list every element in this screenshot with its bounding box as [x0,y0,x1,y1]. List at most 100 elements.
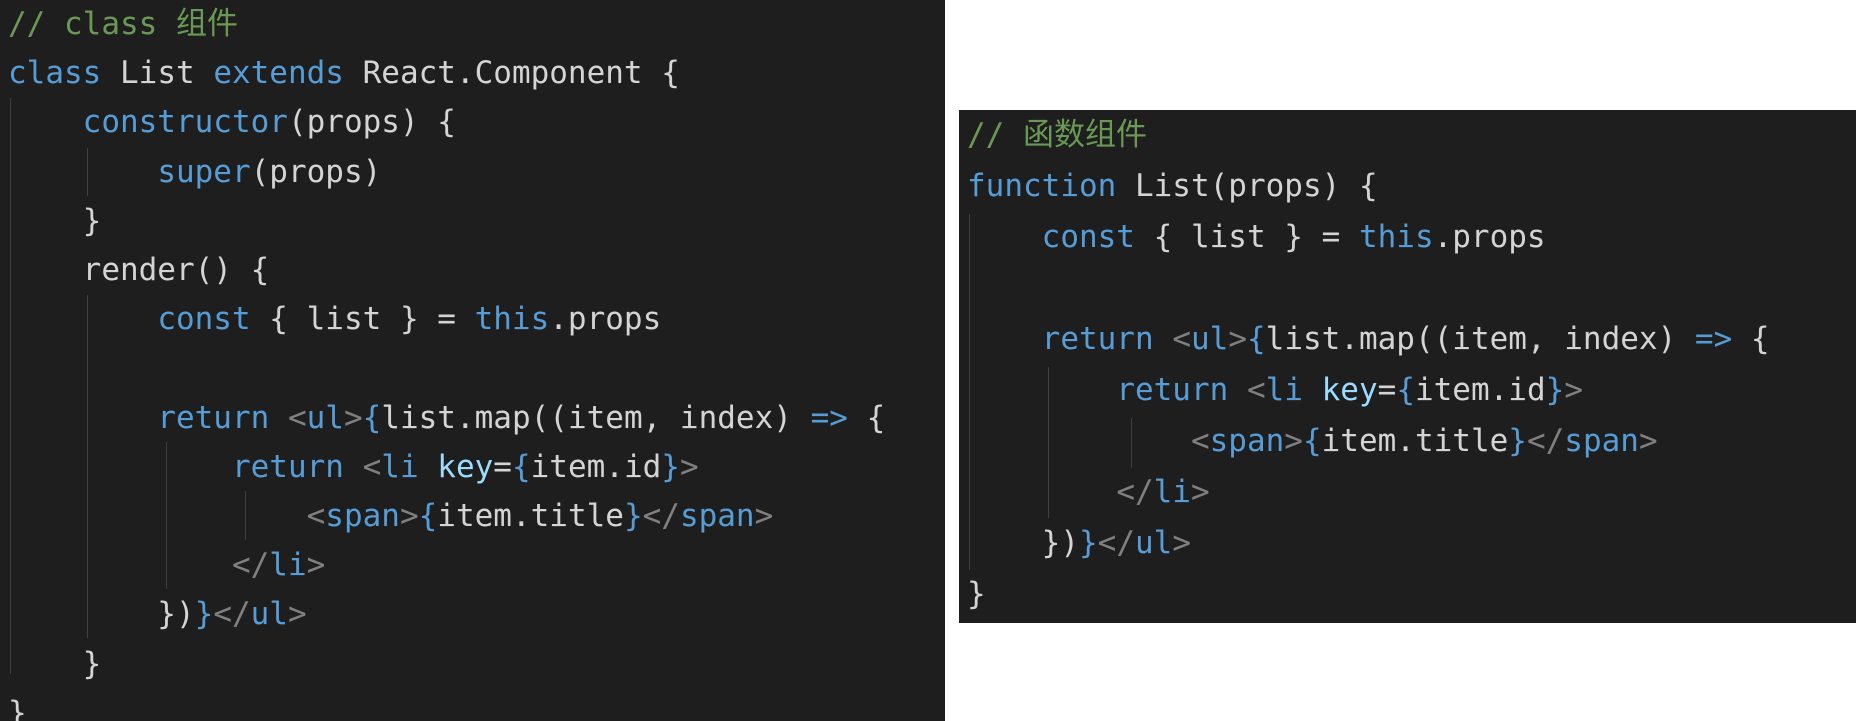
code-token: list.map((item, index) [381,399,811,436]
code-token: return [157,399,270,436]
code-token: ul [250,596,288,633]
code-token: } [8,202,102,239]
code-line: </li> [8,541,885,590]
code-line: } [8,197,885,246]
code-token: function [967,168,1117,204]
code-token: { [1732,321,1770,357]
code-token: > [1172,525,1191,561]
code-token: > [1284,423,1303,459]
code-token: => [1694,321,1733,357]
code-line: return <ul>{list.map((item, index) => { [967,314,1770,365]
code-token: key [437,448,494,485]
code-token: </ [1526,423,1565,459]
code-token: return [231,448,344,485]
code-token: } [967,576,986,612]
code-line: } [8,640,885,689]
code-line: return <li key={item.id}> [8,443,885,492]
code-token: { [1302,423,1322,459]
code-token: > [287,596,307,633]
code-token: } [623,498,643,535]
code-token: }) [967,525,1079,561]
code-token: span [1209,423,1285,459]
code-token: > [343,399,363,436]
code-token: .props [1433,219,1546,255]
code-token: List [101,55,214,92]
code-token: class [8,55,102,92]
code-block: // 函数组件 function List(props) { const { li… [967,110,1770,620]
code-token: .props [549,301,662,338]
code-line: render() { [8,246,885,295]
code-token: (props) [250,153,382,190]
code-token: List(props) { [1116,168,1378,204]
code-token: => [810,399,848,436]
code-line: <span>{item.title}</span> [967,416,1770,467]
code-token: span [1564,423,1639,459]
code-token: constructor [82,104,288,141]
code-token: > [306,547,326,584]
code-token: { [847,399,886,436]
code-token: key [1321,372,1378,408]
code-token: < [287,399,307,436]
code-token: this [1358,219,1434,255]
code-token: span [679,498,755,535]
code-token: { list } = [250,301,475,338]
code-token: > [399,498,419,535]
code-token: </ [213,596,251,633]
code-token: super [157,153,251,190]
code-token: }) [8,596,195,633]
code-line: return <li key={item.id}> [967,365,1770,416]
code-token: li [269,547,307,584]
code-token: > [754,498,774,535]
code-token: this [474,301,550,338]
code-line: constructor(props) { [8,98,885,147]
code-token: ul [306,399,344,436]
code-token: const [157,301,251,338]
code-line: const { list } = this.props [8,295,885,344]
code-line: })}</ul> [8,590,885,639]
code-token: return [1116,372,1229,408]
code-token: > [1190,474,1210,510]
code-line: const { list } = this.props [967,212,1770,263]
code-token: < [1190,423,1210,459]
code-token: list.map((item, index) [1265,321,1695,357]
code-token: item.title [1321,423,1509,459]
code-token: li [1265,372,1303,408]
code-token: (props) { [287,104,456,141]
code-token: } [8,694,27,721]
code-token: < [1246,372,1266,408]
code-token: { list } = [1134,219,1359,255]
class-component-code-panel: // class 组件 class List extends React.Comp… [0,0,945,721]
code-token: > [1228,321,1247,357]
code-comment: // class 组件 [8,6,238,42]
code-token: </ [1097,525,1135,561]
code-token: li [1153,474,1191,510]
code-token: > [679,448,699,485]
code-token: > [1564,372,1583,408]
code-line: class List extends React.Component { [8,49,885,98]
code-token: </ [642,498,680,535]
code-token: > [1638,423,1658,459]
code-token: li [381,448,419,485]
code-token: item.id [1414,372,1546,408]
code-line: } [967,569,1770,620]
code-token: </ [1116,474,1154,510]
code-token: } [8,645,102,682]
code-block: // class 组件 class List extends React.Comp… [8,0,885,721]
code-token: { [362,399,382,436]
code-token: < [1172,321,1191,357]
code-line: <span>{item.title}</span> [8,492,885,541]
code-token: extends [213,55,344,92]
code-line: return <ul>{list.map((item, index) => { [8,394,885,443]
